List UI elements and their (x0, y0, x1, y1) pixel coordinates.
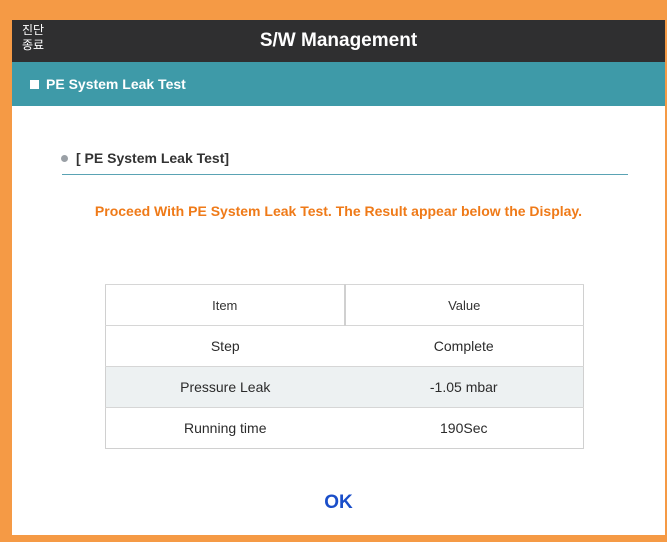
title-bar: 진단 종료 S/W Management (12, 20, 665, 62)
cell-item: Pressure Leak (105, 366, 345, 408)
section-header: PE System Leak Test (12, 62, 665, 106)
result-table: Item Value Step Complete Pressure Leak -… (105, 284, 584, 449)
column-header-value: Value (344, 284, 584, 326)
cell-item: Running time (105, 407, 345, 449)
divider (62, 174, 628, 175)
cell-value: 190Sec (344, 407, 584, 449)
table-row: Pressure Leak -1.05 mbar (105, 366, 584, 408)
instruction-message: Proceed With PE System Leak Test. The Re… (94, 203, 583, 219)
app-window: 진단 종료 S/W Management PE System Leak Test… (12, 20, 665, 535)
column-header-item: Item (105, 284, 346, 326)
sub-heading: [ PE System Leak Test] (76, 150, 230, 166)
cell-item: Step (105, 325, 345, 367)
square-bullet-icon (30, 80, 39, 89)
dot-bullet-icon (61, 155, 68, 162)
ok-button[interactable]: OK (12, 492, 665, 514)
cell-value: -1.05 mbar (344, 366, 584, 408)
page-title: S/W Management (259, 30, 418, 51)
table-row: Running time 190Sec (105, 407, 584, 449)
cell-value: Complete (344, 325, 584, 367)
table-row: Step Complete (105, 325, 584, 367)
section-title: PE System Leak Test (46, 76, 186, 92)
table-header-row: Item Value (105, 284, 584, 326)
